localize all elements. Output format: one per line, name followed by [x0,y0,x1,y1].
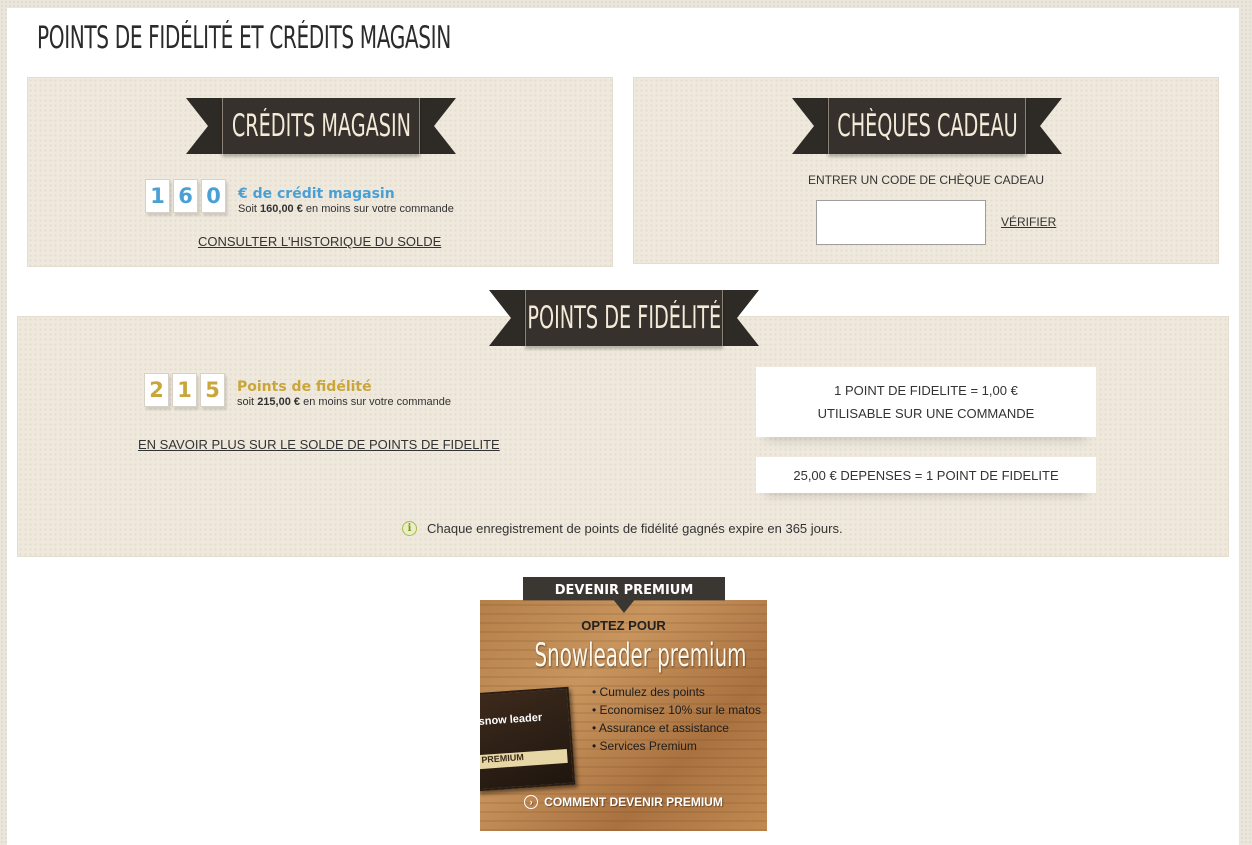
loyalty-more-link[interactable]: EN SAVOIR PLUS SUR LE SOLDE DE POINTS DE… [138,437,500,452]
card-label: PREMIUM [480,748,568,770]
expiry-note: i Chaque enregistrement de points de fid… [402,521,843,536]
chevron-right-icon: › [524,795,539,809]
gift-card-banner-text: Chèques cadeau [836,108,1018,144]
page-title: Points de fidélité et crédits magasin [37,20,451,56]
loyalty-label: Points de fidélité [237,379,372,395]
store-credit-panel: Crédits magasin 1 6 0 € de crédit magasi… [27,77,613,267]
counter-digit: 0 [201,179,226,213]
store-credit-counter: 1 6 0 [145,179,226,213]
gift-card-code-input[interactable] [816,200,986,245]
promo-optez: OPTEZ POUR [581,618,666,633]
page-container: Points de fidélité et crédits magasin Cr… [7,8,1239,845]
info-icon: i [402,521,417,536]
benefit-item: • Cumulez des points [592,685,705,699]
loyalty-banner: Points de fidélité [489,290,759,346]
benefit-item: • Services Premium [592,739,697,753]
promo-brand-title: Snowleader premium [534,636,747,674]
benefit-item: • Assurance et assistance [592,721,729,735]
balance-history-link[interactable]: CONSULTER L'HISTORIQUE DU SOLDE [198,234,441,249]
loyalty-counter: 2 1 5 [144,373,225,407]
store-credit-amount: 160,00 € [260,203,303,215]
store-credit-banner-text: Crédits magasin [231,108,411,144]
counter-digit: 5 [200,373,225,407]
store-credit-banner: Crédits magasin [186,98,456,154]
loyalty-banner-text: Points de fidélité [527,300,721,336]
premium-card-image: snow leader PREMIUM [480,686,576,792]
gift-card-banner: Chèques cadeau [792,98,1062,154]
counter-digit: 1 [145,179,170,213]
gift-card-panel: Chèques cadeau ENTRER UN CODE DE CHÈQUE … [633,77,1219,264]
premium-cta-link[interactable]: › COMMENT DEVENIR PREMIUM [480,795,767,809]
loyalty-rule-value: 1 POINT DE FIDELITE = 1,00 € UTILISABLE … [756,367,1096,437]
counter-digit: 6 [173,179,198,213]
benefit-item: • Economisez 10% sur le matos [592,703,761,717]
card-brand: snow leader [480,711,543,729]
counter-digit: 1 [172,373,197,407]
loyalty-sub: soit 215,00 € en moins sur votre command… [237,396,452,408]
store-credit-label: € de crédit magasin [238,186,395,202]
counter-digit: 2 [144,373,169,407]
verify-button[interactable]: VÉRIFIER [1001,215,1056,229]
premium-benefits: • Cumulez des points • Economisez 10% su… [592,685,762,757]
premium-promo-banner[interactable]: OPTEZ POUR Snowleader premium snow leade… [480,577,767,831]
gift-card-prompt: ENTRER UN CODE DE CHÈQUE CADEAU [807,173,1045,187]
store-credit-sub: Soit 160,00 € en moins sur votre command… [238,203,454,215]
premium-promo-image[interactable]: OPTEZ POUR Snowleader premium snow leade… [480,600,767,831]
loyalty-amount: 215,00 € [257,396,301,408]
loyalty-rule-earning: 25,00 € DEPENSES = 1 POINT DE FIDELITE [756,457,1096,493]
